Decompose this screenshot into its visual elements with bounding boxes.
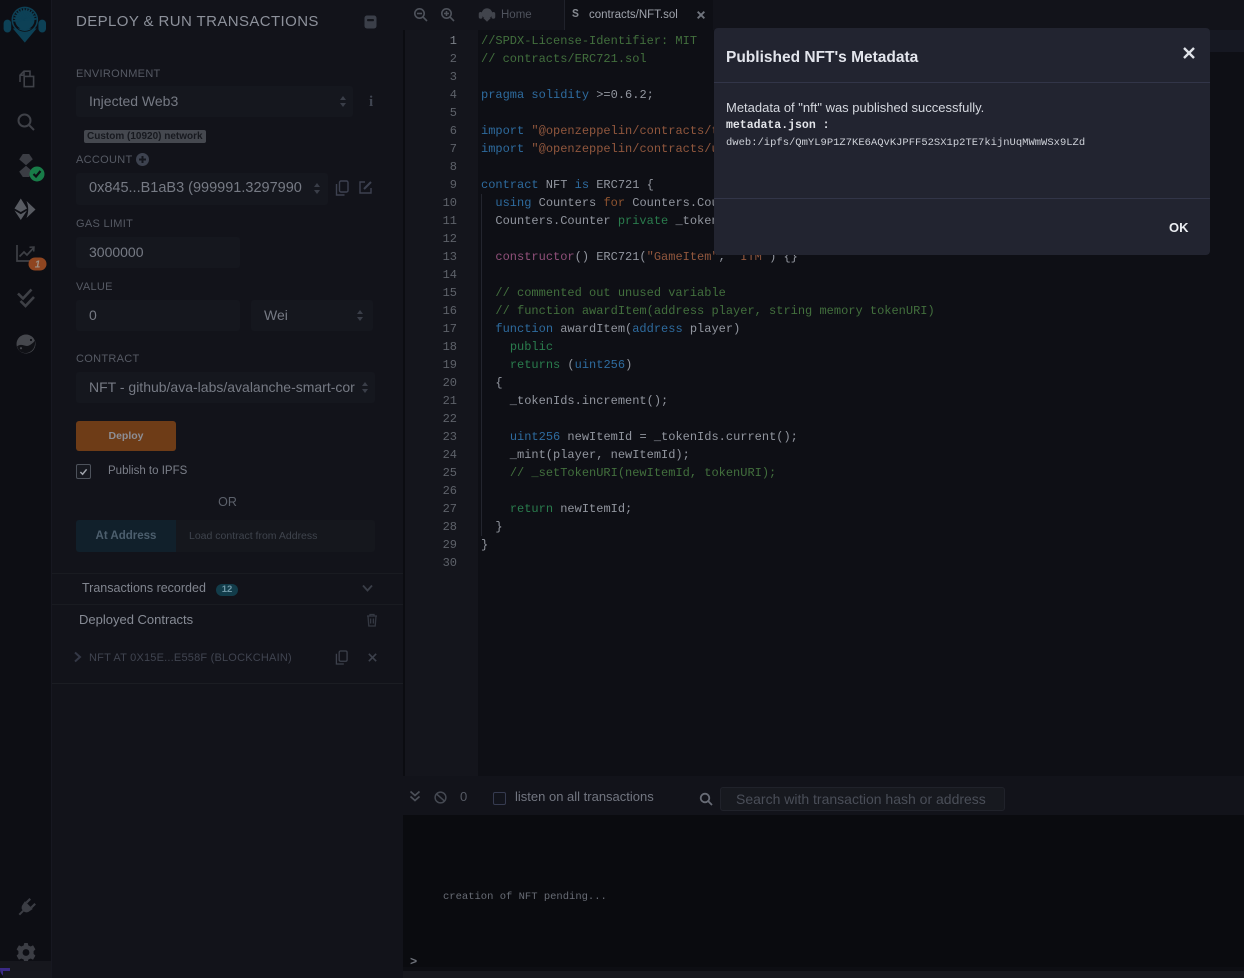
svg-text:1: 1 <box>35 260 41 271</box>
